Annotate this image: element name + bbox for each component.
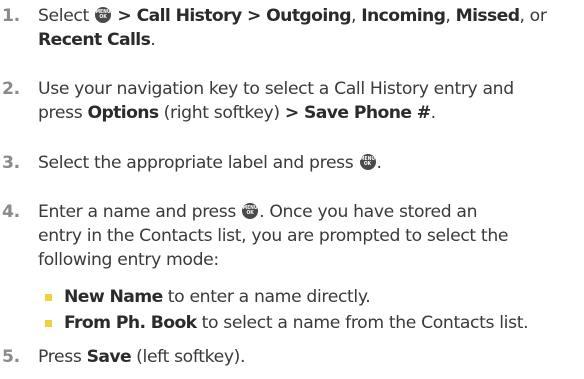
step-number: 4. [2,202,20,222]
step-number: 5. [2,347,20,367]
option-name: New Name [64,287,163,307]
menu-ok-key-icon: MENU OK [95,7,112,23]
bullet-icon [45,320,52,327]
step-number: 3. [2,153,20,173]
option-description: to enter a name directly. [162,287,371,307]
menu-option: Incoming [361,6,446,26]
softkey-label: Save [86,347,132,367]
menu-path: > Call History > Outgoing [112,6,351,26]
step-text: Enter a name and press MENU OK. Once you … [38,200,584,272]
menu-ok-key-icon: MENU OK [359,154,376,170]
menu-option: Missed [455,6,520,26]
step-text: Select the appropriate label and press M… [38,153,382,173]
option-name: From Ph. Book [64,313,197,333]
bullet-icon [45,294,52,301]
menu-option: Recent Calls [38,30,151,50]
option-description: to select a name from the Contacts list. [196,313,529,333]
menu-ok-key-icon: MENU OK [242,203,259,219]
step-text-line: following entry mode: [38,250,219,270]
step-number: 2. [2,79,20,99]
step-text: Select MENU OK > Call History > Outgoing,… [38,6,547,50]
step-text-line: entry in the Contacts list, you are prom… [38,226,509,246]
softkey-label: Options [87,103,159,123]
step-text-part: Select [38,6,95,26]
step-text: Press Save (left softkey). [38,347,246,367]
step-number: 1. [2,6,20,26]
step-text: Use your navigation key to select a Call… [38,77,584,125]
menu-path: > Save Phone # [284,103,431,123]
sub-item-new-name: New Name to enter a name directly. [45,285,584,309]
sub-item-from-ph-book: From Ph. Book to select a name from the … [45,311,584,335]
step-text-line: Use your navigation key to select a Call… [38,79,514,99]
